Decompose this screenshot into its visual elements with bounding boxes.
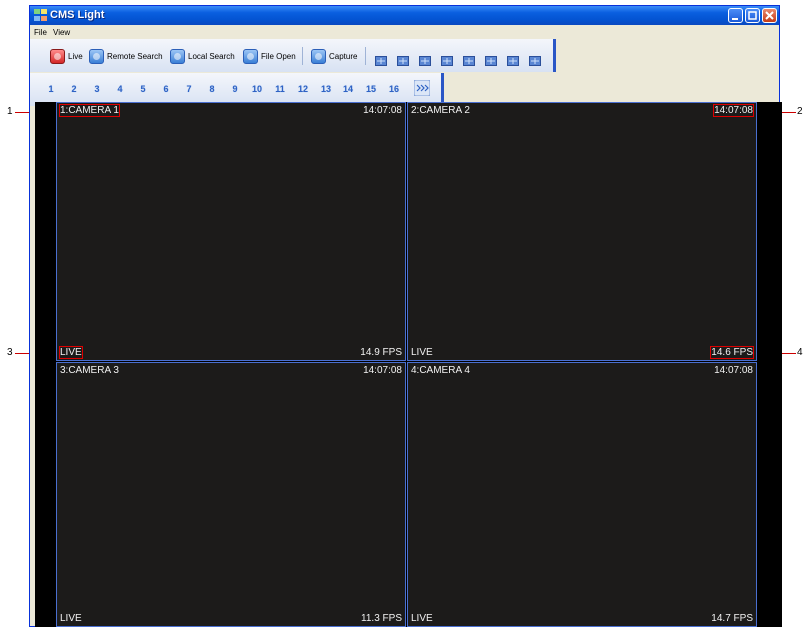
capture-button[interactable]: Capture	[311, 48, 357, 64]
toolbar-separator	[365, 47, 366, 65]
channel-button-14[interactable]: 14	[342, 84, 354, 94]
camera-fps: 14.9 FPS	[360, 347, 402, 358]
live-button[interactable]: Live	[50, 48, 83, 64]
camera-view-area: 1:CAMERA 1 14:07:08 LIVE 14.9 FPS 2:CAME…	[35, 102, 782, 627]
capture-label: Capture	[329, 51, 358, 61]
channel-button-2[interactable]: 2	[68, 84, 80, 94]
channel-button-9[interactable]: 9	[229, 84, 241, 94]
camera-pane-4[interactable]: 4:CAMERA 4 14:07:08 LIVE 14.7 FPS	[407, 362, 757, 627]
camera-name: 4:CAMERA 4	[411, 365, 470, 376]
layout-1-icon[interactable]	[375, 56, 387, 66]
camera-mode: LIVE	[59, 346, 83, 359]
camera-fps: 11.3 FPS	[361, 613, 402, 624]
camera-mode: LIVE	[411, 347, 433, 358]
live-icon	[50, 48, 65, 64]
channel-button-5[interactable]: 5	[137, 84, 149, 94]
local-search-button[interactable]: Local Search	[170, 48, 235, 64]
main-toolbar: Live Remote Search Local Search File Ope…	[30, 39, 556, 72]
minimize-button[interactable]	[728, 8, 743, 23]
callout-1-label: 1	[7, 106, 13, 117]
local-search-icon	[170, 48, 185, 64]
camera-mode: LIVE	[411, 613, 433, 624]
next-page-icon[interactable]	[414, 80, 430, 96]
channel-button-16[interactable]: 16	[388, 84, 400, 94]
file-open-label: File Open	[261, 51, 296, 61]
capture-icon	[311, 48, 326, 64]
camera-name: 3:CAMERA 3	[60, 365, 119, 376]
channel-button-3[interactable]: 3	[91, 84, 103, 94]
channel-button-13[interactable]: 13	[320, 84, 332, 94]
remote-search-button[interactable]: Remote Search	[89, 48, 163, 64]
remote-search-label: Remote Search	[107, 51, 163, 61]
camera-pane-1[interactable]: 1:CAMERA 1 14:07:08 LIVE 14.9 FPS	[56, 102, 406, 361]
layout-10-icon[interactable]	[485, 56, 497, 66]
layout-13-icon[interactable]	[507, 56, 519, 66]
menu-bar: File View	[30, 25, 779, 39]
channel-button-10[interactable]: 10	[251, 84, 263, 94]
camera-name: 1:CAMERA 1	[59, 104, 120, 117]
layout-9-icon[interactable]	[463, 56, 475, 66]
channel-button-15[interactable]: 15	[365, 84, 377, 94]
callout-3-label: 3	[7, 347, 13, 358]
channel-button-7[interactable]: 7	[183, 84, 195, 94]
live-label: Live	[68, 51, 83, 61]
callout-4-label: 4	[797, 347, 803, 358]
camera-time: 14:07:08	[363, 365, 402, 376]
close-icon	[765, 11, 774, 20]
title-bar[interactable]: CMS Light	[30, 6, 779, 25]
channel-button-12[interactable]: 12	[297, 84, 309, 94]
window-title: CMS Light	[50, 9, 105, 21]
toolbar-separator	[302, 47, 303, 65]
menu-view[interactable]: View	[53, 28, 70, 37]
layout-6-icon[interactable]	[419, 56, 431, 66]
camera-name: 2:CAMERA 2	[411, 105, 470, 116]
layout-8-icon[interactable]	[441, 56, 453, 66]
camera-time: 14:07:08	[714, 365, 753, 376]
channel-button-6[interactable]: 6	[160, 84, 172, 94]
camera-fps: 14.6 FPS	[710, 346, 754, 359]
app-icon	[34, 9, 47, 21]
menu-file[interactable]: File	[34, 28, 47, 37]
file-open-button[interactable]: File Open	[243, 48, 296, 64]
remote-search-icon	[89, 48, 104, 64]
channel-button-1[interactable]: 1	[45, 84, 57, 94]
camera-time: 14:07:08	[713, 104, 754, 117]
layout-4-icon[interactable]	[397, 56, 409, 66]
channel-button-11[interactable]: 11	[274, 84, 286, 94]
layout-16-icon[interactable]	[529, 56, 541, 66]
channel-button-8[interactable]: 8	[206, 84, 218, 94]
camera-fps: 14.7 FPS	[711, 613, 753, 624]
callout-2-label: 2	[797, 106, 803, 117]
close-button[interactable]	[762, 8, 777, 23]
file-open-icon	[243, 48, 258, 64]
maximize-icon	[748, 11, 757, 20]
maximize-button[interactable]	[745, 8, 760, 23]
camera-time: 14:07:08	[363, 105, 402, 116]
minimize-icon	[732, 18, 738, 20]
camera-mode: LIVE	[60, 613, 82, 624]
local-search-label: Local Search	[188, 51, 235, 61]
camera-pane-3[interactable]: 3:CAMERA 3 14:07:08 LIVE 11.3 FPS	[56, 362, 406, 627]
camera-pane-2[interactable]: 2:CAMERA 2 14:07:08 LIVE 14.6 FPS	[407, 102, 757, 361]
channel-button-4[interactable]: 4	[114, 84, 126, 94]
